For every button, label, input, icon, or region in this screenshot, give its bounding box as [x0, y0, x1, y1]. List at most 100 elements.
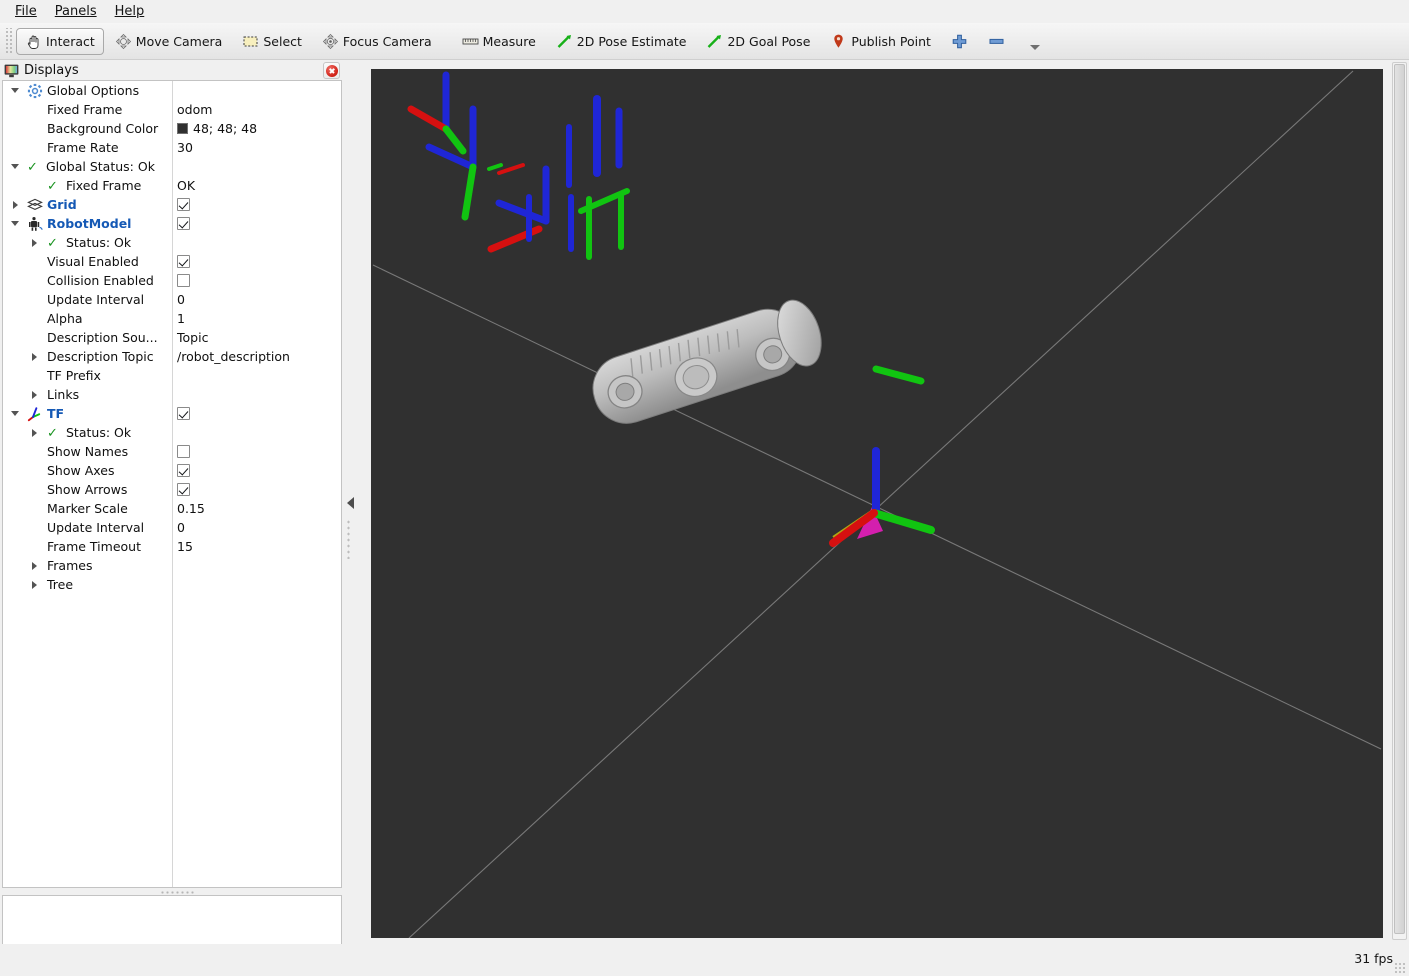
menu-file[interactable]: File — [6, 2, 46, 21]
tree-row-label: Background Color — [47, 121, 159, 136]
tree-row-label: Visual Enabled — [47, 254, 139, 269]
tree-row-show-axes[interactable]: Show Axes — [3, 461, 341, 480]
tf-axes-icon — [27, 406, 43, 422]
chevron-right-icon[interactable] — [28, 423, 42, 442]
tool-measure-button[interactable]: Measure — [453, 28, 545, 55]
tree-row-status-ok[interactable]: ✓ Status: Ok — [3, 423, 341, 442]
tree-row-value[interactable]: OK — [177, 178, 195, 193]
displays-tree[interactable]: Global Options Fixed Frame odom Background … — [2, 80, 342, 888]
tool-remove-button[interactable] — [979, 28, 1014, 55]
tree-row-value[interactable]: 1 — [177, 311, 185, 326]
tool-publish-point-button[interactable]: Publish Point — [821, 28, 940, 55]
tree-row-checkbox[interactable] — [177, 274, 190, 287]
chevron-right-icon[interactable] — [28, 233, 42, 252]
tool-move-camera-button[interactable]: Move Camera — [106, 28, 232, 55]
tree-row-alpha[interactable]: Alpha 1 — [3, 309, 341, 328]
tool-2d-pose-estimate-button[interactable]: 2D Pose Estimate — [547, 28, 696, 55]
tree-row-checkbox[interactable] — [177, 407, 190, 420]
tree-row-collision-enabled[interactable]: Collision Enabled — [3, 271, 341, 290]
tree-row-global-status-ok[interactable]: ✓ Global Status: Ok — [3, 157, 341, 176]
window-resize-grip[interactable] — [1394, 962, 1406, 974]
tree-row-fixed-frame[interactable]: ✓ Fixed Frame OK — [3, 176, 341, 195]
tree-row-checkbox[interactable] — [177, 255, 190, 268]
chevron-down-icon[interactable] — [9, 214, 23, 233]
tool-interact-button[interactable]: Interact — [16, 27, 104, 55]
chevron-right-icon[interactable] — [28, 347, 42, 366]
scrollbar-thumb[interactable] — [1394, 64, 1405, 934]
viewport-vertical-scrollbar[interactable] — [1392, 62, 1407, 940]
tree-row-tf-prefix[interactable]: TF Prefix — [3, 366, 341, 385]
chevron-right-icon[interactable] — [28, 556, 42, 575]
tool-2d-goal-pose-label: 2D Goal Pose — [727, 33, 811, 49]
menu-help[interactable]: Help — [106, 2, 154, 21]
tree-row-tf[interactable]: TF — [3, 404, 341, 423]
toolbar-overflow-chevron-down-icon[interactable] — [1027, 28, 1043, 54]
check-icon: ✓ — [47, 179, 58, 194]
tree-row-checkbox[interactable] — [177, 445, 190, 458]
tree-row-checkbox[interactable] — [177, 464, 190, 477]
tool-2d-goal-pose-button[interactable]: 2D Goal Pose — [697, 28, 819, 55]
3d-render-viewport[interactable] — [371, 69, 1383, 938]
tree-row-grid[interactable]: Grid — [3, 195, 341, 214]
close-panel-button[interactable] — [323, 62, 340, 79]
chevron-right-icon[interactable] — [28, 385, 42, 404]
tree-row-label: Frames — [47, 558, 93, 573]
tree-row-update-interval[interactable]: Update Interval 0 — [3, 290, 341, 309]
tree-row-label: Fixed Frame — [47, 102, 123, 117]
menu-panels-label: Panels — [54, 4, 97, 19]
tree-row-value[interactable]: 30 — [177, 140, 193, 155]
tree-row-description-topic[interactable]: Description Topic/robot_description — [3, 347, 341, 366]
tree-row-value[interactable]: Topic — [177, 330, 208, 345]
tree-row-label: Status: Ok — [66, 235, 132, 250]
tree-row-checkbox[interactable] — [177, 217, 190, 230]
chevron-down-icon[interactable] — [9, 404, 23, 423]
tree-row-value[interactable]: /robot_description — [177, 349, 290, 364]
tree-row-value[interactable]: 0 — [177, 292, 185, 307]
tree-row-frame-timeout[interactable]: Frame Timeout 15 — [3, 537, 341, 556]
menu-file-label: File — [15, 4, 37, 19]
toolbar-drag-handle[interactable] — [4, 28, 12, 54]
tool-move-camera-label: Move Camera — [135, 33, 223, 49]
chevron-right-icon[interactable] — [28, 575, 42, 594]
tree-row-label: Show Arrows — [47, 482, 128, 497]
tree-row-background-color[interactable]: Background Color 48; 48; 48 — [3, 119, 341, 138]
tree-row-label: Alpha — [47, 311, 83, 326]
splitter-grip-dots — [346, 519, 350, 559]
robot-model — [407, 71, 925, 424]
tree-row-show-arrows[interactable]: Show Arrows — [3, 480, 341, 499]
tree-row-value[interactable]: 15 — [177, 539, 193, 554]
tree-row-label: Description Topic — [47, 349, 154, 364]
tree-row-frames[interactable]: Frames — [3, 556, 341, 575]
ruler-icon — [462, 33, 479, 50]
tool-add-button[interactable] — [942, 28, 977, 55]
tree-row-update-interval[interactable]: Update Interval 0 — [3, 518, 341, 537]
chevron-right-icon[interactable] — [9, 195, 23, 214]
tree-row-value[interactable]: 48; 48; 48 — [177, 121, 257, 136]
tree-row-value[interactable]: 0.15 — [177, 501, 205, 516]
tree-row-value[interactable]: 0 — [177, 520, 185, 535]
tree-row-show-names[interactable]: Show Names — [3, 442, 341, 461]
tree-row-frame-rate[interactable]: Frame Rate 30 — [3, 138, 341, 157]
tree-row-fixed-frame[interactable]: Fixed Frame odom — [3, 100, 341, 119]
tree-row-value[interactable]: odom — [177, 102, 212, 117]
tree-row-status-ok[interactable]: ✓ Status: Ok — [3, 233, 341, 252]
tool-focus-camera-button[interactable]: Focus Camera — [313, 28, 441, 55]
left-splitter[interactable] — [344, 61, 356, 944]
tree-row-links[interactable]: Links — [3, 385, 341, 404]
chevron-down-icon[interactable] — [9, 81, 23, 100]
tree-row-global-options[interactable]: Global Options — [3, 81, 341, 100]
tree-row-tree[interactable]: Tree — [3, 575, 341, 594]
menu-panels[interactable]: Panels — [46, 2, 106, 21]
tree-row-description-sou[interactable]: Description Sou... Topic — [3, 328, 341, 347]
tree-row-robotmodel[interactable]: RobotModel — [3, 214, 341, 233]
tree-row-visual-enabled[interactable]: Visual Enabled — [3, 252, 341, 271]
tree-row-marker-scale[interactable]: Marker Scale 0.15 — [3, 499, 341, 518]
tree-row-label: Grid — [47, 197, 77, 212]
tree-row-checkbox[interactable] — [177, 198, 190, 211]
tool-select-button[interactable]: Select — [233, 28, 311, 55]
collapse-left-panel-icon[interactable] — [346, 496, 354, 509]
tree-row-label: TF Prefix — [47, 368, 101, 383]
tree-row-checkbox[interactable] — [177, 483, 190, 496]
chevron-down-icon[interactable] — [9, 157, 23, 176]
move-camera-icon — [115, 33, 132, 50]
